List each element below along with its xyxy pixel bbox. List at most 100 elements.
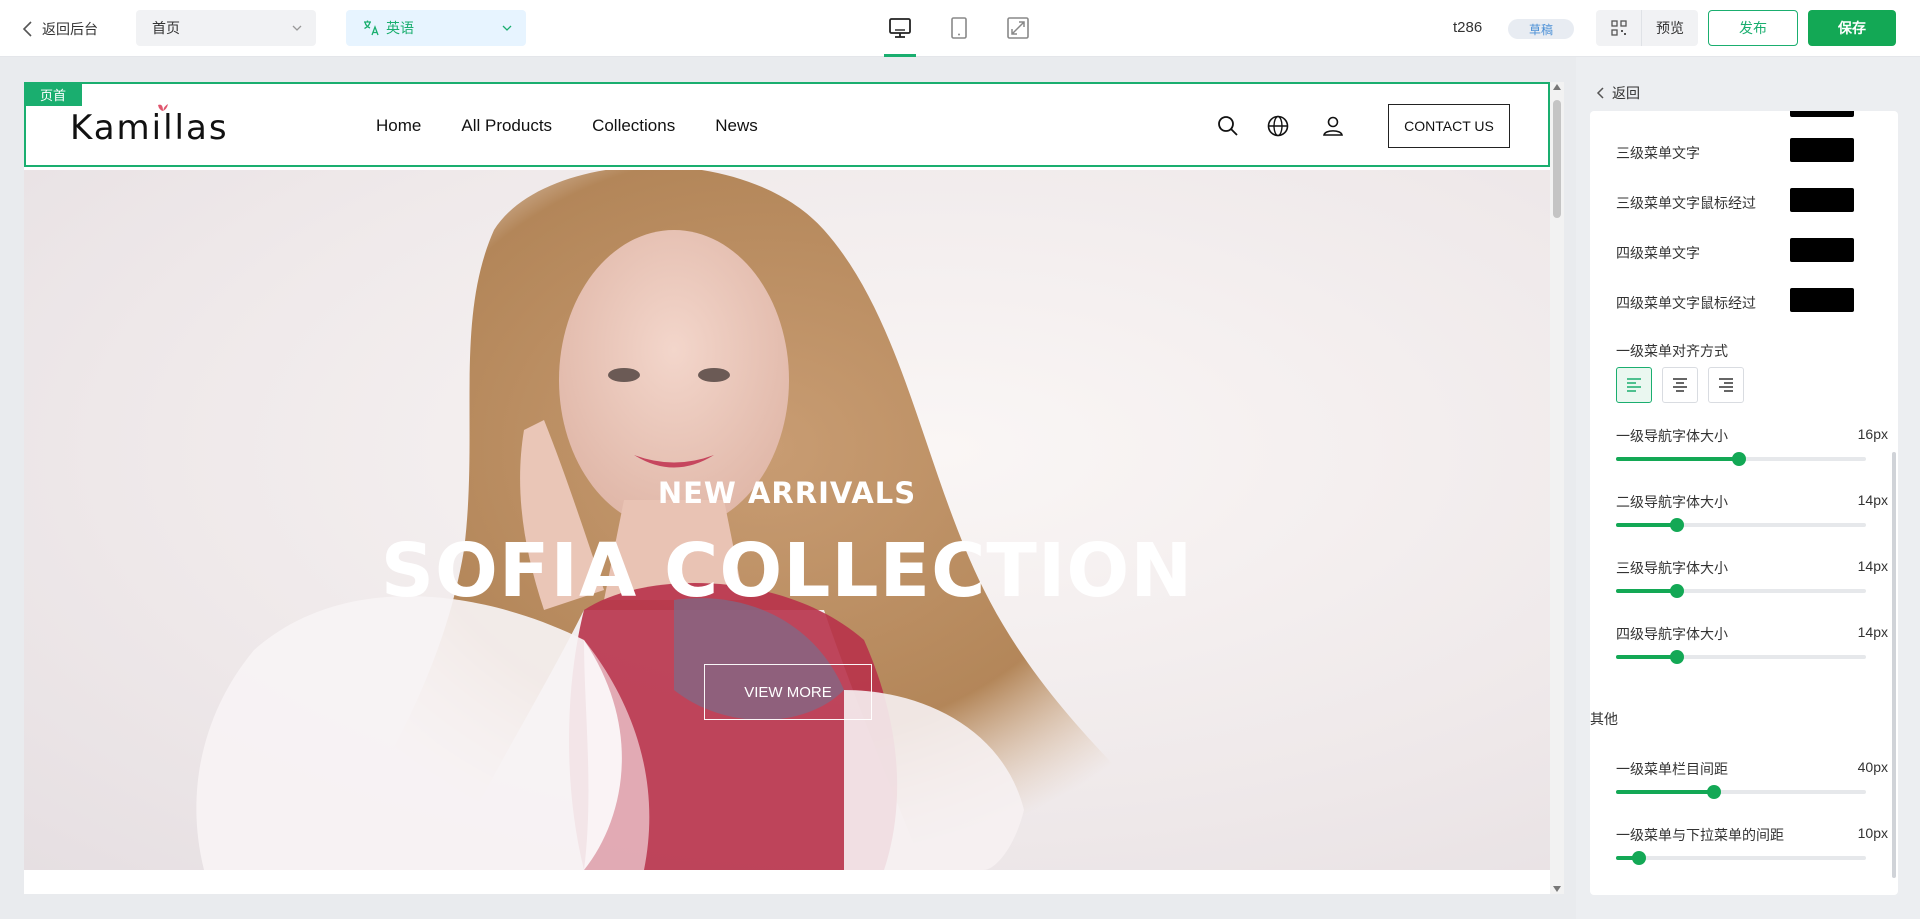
slider-dropdown-gap[interactable]	[1616, 851, 1866, 865]
slider-knob[interactable]	[1706, 785, 1721, 799]
user-icon[interactable]	[1321, 114, 1345, 138]
panel-back-button[interactable]: 返回	[1596, 83, 1640, 103]
slider-knob[interactable]	[1631, 851, 1646, 865]
align-right-button[interactable]	[1708, 367, 1744, 403]
section-title-other: 其他	[1590, 711, 1618, 727]
slider-fill	[1616, 655, 1678, 659]
canvas-scrollbar[interactable]	[1550, 82, 1564, 894]
slider-fill	[1616, 790, 1714, 794]
color-label-3rd-text: 三级菜单文字	[1616, 145, 1700, 161]
nav-item-all-products[interactable]: All Products	[461, 116, 552, 136]
slider-nav1[interactable]	[1616, 452, 1866, 466]
color-label-3rd-hover: 三级菜单文字鼠标经过	[1616, 195, 1756, 211]
slider-fill	[1616, 523, 1678, 527]
nav-item-news[interactable]: News	[715, 116, 758, 136]
desktop-view-button[interactable]	[886, 14, 914, 42]
desktop-icon	[889, 18, 911, 38]
page-select-value: 首页	[152, 20, 180, 36]
panel-scrollbar[interactable]	[1892, 452, 1896, 878]
tablet-view-button[interactable]	[945, 14, 973, 42]
menu-style-card: 三级菜单文字 三级菜单文字鼠标经过 四级菜单文字 四级菜单文字鼠标经过 一级菜单…	[1590, 111, 1898, 743]
color-swatch-3rd-text[interactable]	[1790, 138, 1854, 162]
chevron-left-icon	[1596, 87, 1604, 99]
slider-nav4[interactable]	[1616, 650, 1866, 664]
slider-knob[interactable]	[1731, 452, 1746, 466]
align-right-icon	[1719, 378, 1733, 392]
slider-value-nav2: 14px	[1857, 492, 1888, 508]
slider-nav2[interactable]	[1616, 518, 1866, 532]
color-label-4th-text: 四级菜单文字	[1616, 245, 1700, 261]
hero-title: SOFIA COLLECTION	[380, 528, 1194, 614]
site-header-section[interactable]: 页首 Kamillas Home All Products Collection…	[24, 82, 1550, 167]
slider-value-nav1: 16px	[1857, 426, 1888, 442]
fullscreen-button[interactable]	[1004, 14, 1032, 42]
align-center-button[interactable]	[1662, 367, 1698, 403]
language-select[interactable]: 英语	[346, 10, 526, 46]
slider-knob[interactable]	[1670, 518, 1685, 532]
language-select-value: 英语	[386, 20, 414, 36]
slider-fill	[1616, 589, 1678, 593]
slider-knob[interactable]	[1670, 584, 1685, 598]
color-swatch-4th-hover[interactable]	[1790, 288, 1854, 312]
hero-image	[196, 170, 1204, 870]
nav-item-collections[interactable]: Collections	[592, 116, 675, 136]
status-badge: 草稿	[1508, 19, 1574, 39]
slider-knob[interactable]	[1670, 650, 1685, 664]
back-to-admin-label: 返回后台	[42, 21, 98, 37]
site-nav: Home All Products Collections News	[376, 116, 758, 136]
hero-banner[interactable]: NEW ARRIVALS SOFIA COLLECTION VIEW MORE	[24, 170, 1550, 870]
align-left-icon	[1627, 378, 1641, 392]
slider-value-nav3: 14px	[1857, 558, 1888, 574]
canvas-bottom-area	[24, 870, 1550, 894]
color-swatch-partial[interactable]	[1790, 111, 1854, 117]
panel-back-label: 返回	[1612, 85, 1640, 101]
slider-label-nav4: 四级导航字体大小	[1616, 626, 1728, 642]
color-swatch-4th-text[interactable]	[1790, 238, 1854, 262]
slider-fill	[1616, 457, 1739, 461]
site-logo[interactable]: Kamillas	[70, 108, 229, 148]
contact-us-button[interactable]: CONTACT US	[1388, 104, 1510, 148]
color-label-4th-hover: 四级菜单文字鼠标经过	[1616, 295, 1756, 311]
section-tag: 页首	[24, 82, 82, 106]
slider-menu-gap[interactable]	[1616, 785, 1866, 799]
slider-label-menu-gap: 一级菜单栏目间距	[1616, 761, 1728, 777]
globe-icon[interactable]	[1266, 114, 1290, 138]
align-left-button[interactable]	[1616, 367, 1652, 403]
view-more-button[interactable]: VIEW MORE	[704, 664, 872, 720]
page-select[interactable]: 首页	[136, 10, 316, 46]
other-settings-card: 一级菜单栏目间距 40px 一级菜单与下拉菜单的间距 10px	[1590, 735, 1898, 895]
qr-code-icon	[1610, 20, 1627, 36]
top-toolbar: 返回后台 首页 英语 t286 草稿 预览 发布 保存	[0, 0, 1920, 57]
translate-icon	[364, 20, 379, 36]
slider-nav3[interactable]	[1616, 584, 1866, 598]
back-to-admin-button[interactable]: 返回后台	[22, 18, 98, 40]
scroll-down-arrow-icon[interactable]	[1553, 886, 1561, 892]
scroll-up-arrow-icon[interactable]	[1553, 84, 1561, 90]
publish-button[interactable]: 发布	[1708, 10, 1798, 46]
search-icon[interactable]	[1216, 114, 1240, 138]
save-button[interactable]: 保存	[1808, 10, 1896, 46]
chevron-down-icon	[292, 25, 302, 31]
slider-label-nav3: 三级导航字体大小	[1616, 560, 1728, 576]
chevron-left-icon	[22, 21, 32, 37]
slider-label-nav1: 一级导航字体大小	[1616, 428, 1728, 444]
align-label: 一级菜单对齐方式	[1616, 343, 1728, 359]
nav-item-home[interactable]: Home	[376, 116, 421, 136]
chevron-down-icon	[502, 25, 512, 31]
slider-value-dropdown-gap: 10px	[1857, 825, 1888, 841]
preview-button[interactable]: 预览	[1642, 18, 1698, 38]
fullscreen-icon	[1007, 17, 1029, 39]
slider-label-nav2: 二级导航字体大小	[1616, 494, 1728, 510]
user-name: t286	[1453, 19, 1483, 36]
qr-code-button[interactable]	[1596, 10, 1642, 46]
tablet-icon	[951, 17, 967, 39]
color-swatch-3rd-hover[interactable]	[1790, 188, 1854, 212]
slider-value-nav4: 14px	[1857, 624, 1888, 640]
logo-leaf-icon	[158, 104, 168, 111]
canvas-scroll-thumb[interactable]	[1553, 100, 1561, 218]
slider-label-dropdown-gap: 一级菜单与下拉菜单的间距	[1616, 827, 1784, 843]
preview-group: 预览	[1596, 10, 1698, 46]
align-center-icon	[1673, 378, 1687, 392]
settings-panel: 返回 三级菜单文字 三级菜单文字鼠标经过 四级菜单文字 四级菜单文字鼠标经过 一…	[1576, 57, 1920, 919]
active-device-indicator	[884, 54, 916, 57]
